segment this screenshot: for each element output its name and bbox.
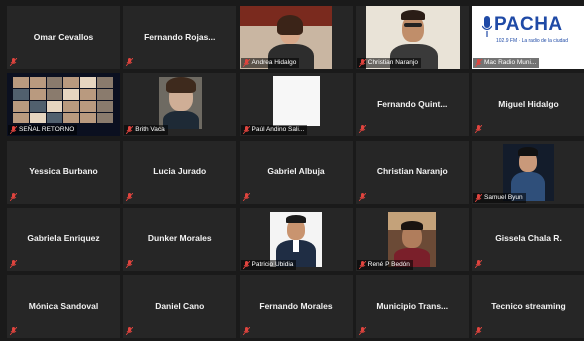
participant-tile[interactable]: Christian Naranjo xyxy=(355,6,469,69)
video-feed xyxy=(387,211,436,267)
mic-muted-icon xyxy=(126,327,134,335)
video-feed xyxy=(272,76,320,127)
participant-name-label: Samuel Byun xyxy=(473,192,526,203)
participant-name: Omar Cevallos xyxy=(33,31,94,42)
participant-name: Christian Naranjo xyxy=(376,166,448,176)
pacha-logo-sub: 102.9 FM · La radio de la ciudad xyxy=(496,38,568,44)
participant-name: Municipio Trans... xyxy=(376,300,449,311)
participant-tile[interactable]: Fernando Morales xyxy=(239,275,353,338)
participant-tile[interactable]: Andrea Hidalgo xyxy=(239,6,353,69)
participant-name-label: Mac Radio Muni... xyxy=(473,58,540,68)
participant-tile[interactable]: Lucia Jurado xyxy=(123,140,237,204)
mic-muted-icon xyxy=(475,193,482,202)
mic-muted-icon xyxy=(10,327,17,335)
mic-muted-icon xyxy=(126,126,134,135)
participant-name: Miguel Hidalgo xyxy=(498,98,559,109)
mic-muted-icon xyxy=(126,58,134,66)
participant-tile[interactable]: Fernando Quint... xyxy=(355,73,469,137)
participant-name-label: Patricio Ubidia xyxy=(240,259,297,270)
pacha-logo-text: PACHA xyxy=(494,14,563,35)
participant-tile[interactable]: Brith Vaca xyxy=(123,73,237,137)
gallery-thumbnails xyxy=(13,77,113,124)
mic-muted-icon xyxy=(242,59,250,67)
mic-muted-icon xyxy=(10,259,17,268)
participant-tile[interactable]: Gissela Chala R. xyxy=(472,207,584,271)
mic-muted-icon xyxy=(126,192,134,201)
participant-name: Mónica Sandoval xyxy=(28,300,99,311)
participant-name-label: Brith Vaca xyxy=(124,125,168,136)
mic-muted-icon xyxy=(10,58,17,66)
participant-tile[interactable]: Yessica Burbano xyxy=(7,140,120,204)
participant-tile[interactable]: Patricio Ubidia xyxy=(239,207,353,271)
participant-tile[interactable]: Christian Naranjo xyxy=(355,140,469,204)
mic-muted-icon xyxy=(358,260,366,269)
mic-muted-icon xyxy=(10,126,17,135)
mic-muted-icon xyxy=(475,59,482,67)
mic-muted-icon xyxy=(242,192,250,201)
mic-muted-icon xyxy=(242,126,250,135)
participant-tile[interactable]: Tecnico streaming xyxy=(472,275,584,338)
participant-tile[interactable]: Municipio Trans... xyxy=(355,275,469,338)
participant-tile[interactable]: PACHA 102.9 FM · La radio de la ciudad M… xyxy=(472,6,584,69)
mic-muted-icon xyxy=(126,259,134,268)
participant-name: Yessica Burbano xyxy=(29,166,98,176)
video-feed xyxy=(159,77,203,130)
participant-tile[interactable]: Dunker Morales xyxy=(123,207,237,271)
participant-name: Tecnico streaming xyxy=(491,300,566,311)
mic-muted-icon xyxy=(358,192,366,201)
participant-name: Fernando Rojas... xyxy=(144,31,216,42)
participant-tile[interactable]: René P Bedón xyxy=(355,207,469,271)
participant-name: Daniel Cano xyxy=(155,300,205,311)
mic-muted-icon xyxy=(475,125,482,134)
mic-muted-icon xyxy=(358,59,366,67)
participant-name-label: Paúl Andino Sali... xyxy=(240,125,308,136)
participant-tile[interactable]: Daniel Cano xyxy=(123,275,237,338)
participant-tile[interactable]: Miguel Hidalgo xyxy=(472,73,584,137)
participant-name-label: SEÑAL RETORNO xyxy=(8,125,78,136)
participant-tile[interactable]: Mónica Sandoval xyxy=(7,275,120,338)
participant-tile[interactable]: Gabriela Enriquez xyxy=(7,207,120,271)
participant-name: Gabriela Enriquez xyxy=(27,233,100,244)
participant-name: Lucia Jurado xyxy=(153,166,207,176)
participant-name: Fernando Quint... xyxy=(377,98,448,109)
video-feed xyxy=(269,211,322,267)
participant-name-label: Andrea Hidalgo xyxy=(240,58,300,68)
microphone-logo-icon xyxy=(481,16,493,43)
mic-muted-icon xyxy=(475,327,482,335)
participant-tile[interactable]: Fernando Rojas... xyxy=(123,6,237,69)
participant-tile[interactable]: Paúl Andino Sali... xyxy=(239,73,353,137)
participant-name: Fernando Morales xyxy=(259,300,333,311)
mic-muted-icon xyxy=(242,327,250,335)
participant-tile[interactable]: Omar Cevallos xyxy=(7,6,120,69)
participant-name-label: René P Bedón xyxy=(356,259,413,270)
participant-tile[interactable]: SEÑAL RETORNO xyxy=(7,73,120,137)
mic-muted-icon xyxy=(358,125,366,134)
participant-tile[interactable]: Samuel Byun xyxy=(472,140,584,204)
mic-muted-icon xyxy=(475,259,482,268)
participant-grid: Omar Cevallos Fernando Rojas... Andrea H… xyxy=(7,6,584,338)
mic-muted-icon xyxy=(10,192,17,201)
participant-name: Dunker Morales xyxy=(147,233,212,244)
participant-name: Gabriel Albuja xyxy=(267,166,325,176)
participant-tile[interactable]: Gabriel Albuja xyxy=(239,140,353,204)
participant-name: Gissela Chala R. xyxy=(495,233,562,244)
participant-name-label: Christian Naranjo xyxy=(356,58,421,68)
mic-muted-icon xyxy=(242,260,250,269)
mic-muted-icon xyxy=(358,327,366,335)
